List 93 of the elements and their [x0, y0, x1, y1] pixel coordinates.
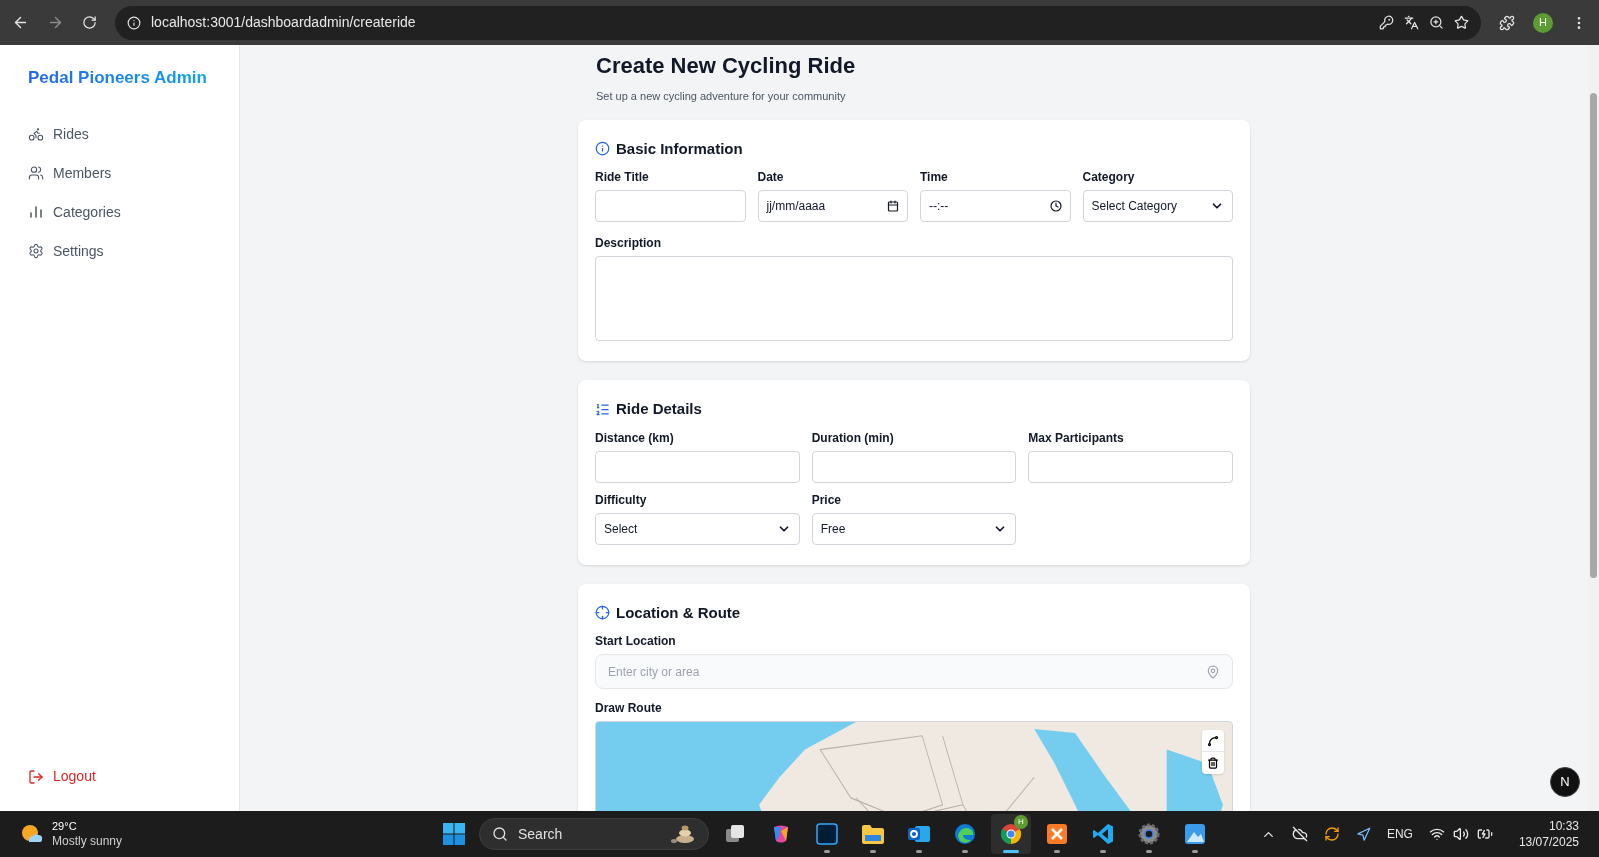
round-browser-icon	[1000, 823, 1022, 845]
logout-link[interactable]: Logout	[28, 766, 211, 787]
select-dropdown[interactable]: Free	[811, 512, 1017, 545]
weather-temperature: 29°C	[52, 819, 78, 834]
field-label: Draw Route	[595, 700, 663, 717]
zoom-icon[interactable]	[1429, 15, 1444, 30]
nav-link[interactable]: Categories	[28, 202, 211, 222]
field-label: Date	[757, 169, 785, 186]
section-title: Ride Details	[616, 399, 702, 419]
select-dropdown[interactable]: Select Category	[1082, 190, 1233, 222]
back-icon[interactable]	[12, 14, 29, 31]
page-subtitle: Set up a new cycling adventure for your community	[595, 89, 847, 104]
field-label: Distance (km)	[595, 429, 675, 447]
clock-icon	[1049, 200, 1062, 212]
info-icon[interactable]	[127, 15, 141, 30]
nav-link[interactable]: Members	[28, 163, 211, 183]
settings-icon	[28, 243, 44, 259]
running-indicator	[1192, 850, 1198, 853]
date-field[interactable]: jj/mm/aaaa	[757, 190, 908, 222]
running-indicator	[824, 850, 830, 853]
section-title: Basic Information	[616, 138, 743, 159]
image-app-icon	[1184, 823, 1206, 845]
forward-icon[interactable]	[47, 14, 64, 31]
field-label: Duration (min)	[811, 429, 895, 447]
line-icon	[1207, 734, 1219, 747]
scrollbar[interactable]	[1588, 45, 1599, 811]
dev-indicator[interactable]: N	[1550, 767, 1580, 797]
field-label: Difficulty	[595, 491, 648, 509]
location-arrow-icon[interactable]	[1355, 826, 1371, 842]
mail-app-icon	[907, 823, 931, 845]
field-label: Ride Title	[595, 169, 650, 186]
star-icon[interactable]	[1454, 15, 1469, 30]
info-icon	[595, 141, 610, 157]
wifi-icon[interactable]	[1428, 826, 1445, 842]
weather-condition: Mostly sunny	[52, 834, 123, 849]
language-indicator[interactable]: ENG	[1386, 825, 1413, 843]
text-field[interactable]	[595, 190, 746, 222]
clock-time[interactable]: 10:33	[1548, 818, 1579, 834]
cloud-off-icon[interactable]	[1291, 826, 1308, 842]
stacked-squares-icon	[724, 823, 746, 845]
translate-icon[interactable]	[1404, 15, 1419, 30]
search-icon	[492, 826, 508, 842]
field-label: Description	[595, 235, 662, 252]
select-dropdown[interactable]: Select	[595, 512, 800, 545]
calendar-icon	[887, 200, 899, 212]
clock-date[interactable]: 13/07/2025	[1518, 834, 1579, 850]
gear-icon	[1138, 823, 1160, 845]
running-indicator	[1003, 850, 1019, 853]
field-label: Start Location	[595, 633, 677, 650]
code-editor-icon	[1092, 823, 1114, 845]
text-field[interactable]	[595, 450, 800, 483]
users-icon	[28, 165, 44, 181]
stones-icon	[670, 824, 696, 844]
map-pin-icon	[1206, 664, 1220, 679]
crosshair-icon	[595, 605, 610, 621]
list-icon	[595, 401, 610, 417]
field-label: Max Participants	[1028, 429, 1125, 447]
section-title: Location & Route	[616, 602, 741, 623]
bar-chart-icon	[28, 204, 44, 220]
folder-icon	[861, 823, 885, 845]
description-field[interactable]	[595, 256, 1233, 341]
swirl-browser-icon	[954, 823, 976, 845]
volume-icon[interactable]	[1452, 826, 1469, 842]
text-field[interactable]	[1028, 450, 1233, 483]
trash-icon	[1207, 757, 1219, 769]
image-editor-app-icon	[816, 823, 838, 845]
extensions-icon[interactable]	[1499, 14, 1515, 31]
server-app-icon	[1046, 823, 1068, 845]
time-field[interactable]: --:--	[920, 190, 1071, 222]
field-label: Price	[811, 491, 842, 509]
bicycle-icon	[28, 126, 44, 142]
logout-icon	[28, 768, 44, 785]
taskbar-search[interactable]: Search	[479, 818, 709, 850]
grid-logo-icon	[442, 822, 466, 846]
field-label: Time	[920, 169, 949, 186]
running-indicator	[1054, 850, 1060, 853]
reload-icon[interactable]	[82, 15, 97, 30]
running-indicator	[916, 850, 922, 853]
address-bar[interactable]: localhost:3001/dashboardadmin/createride	[115, 5, 1481, 40]
running-indicator	[1146, 850, 1152, 853]
running-indicator	[870, 850, 876, 853]
sync-icon[interactable]	[1323, 826, 1340, 842]
page-title: Create New Cycling Ride	[595, 52, 857, 80]
text-field[interactable]	[811, 450, 1017, 483]
field-label: Category	[1082, 169, 1136, 186]
running-indicator	[1100, 850, 1106, 853]
notification-badge: H	[1014, 815, 1028, 829]
nav-link[interactable]: Settings	[28, 241, 211, 261]
running-indicator	[962, 850, 968, 853]
key-icon[interactable]	[1379, 15, 1394, 30]
nav-link[interactable]: Rides	[28, 124, 211, 144]
battery-icon[interactable]	[1476, 826, 1493, 842]
sun-cloud-icon	[20, 823, 44, 845]
